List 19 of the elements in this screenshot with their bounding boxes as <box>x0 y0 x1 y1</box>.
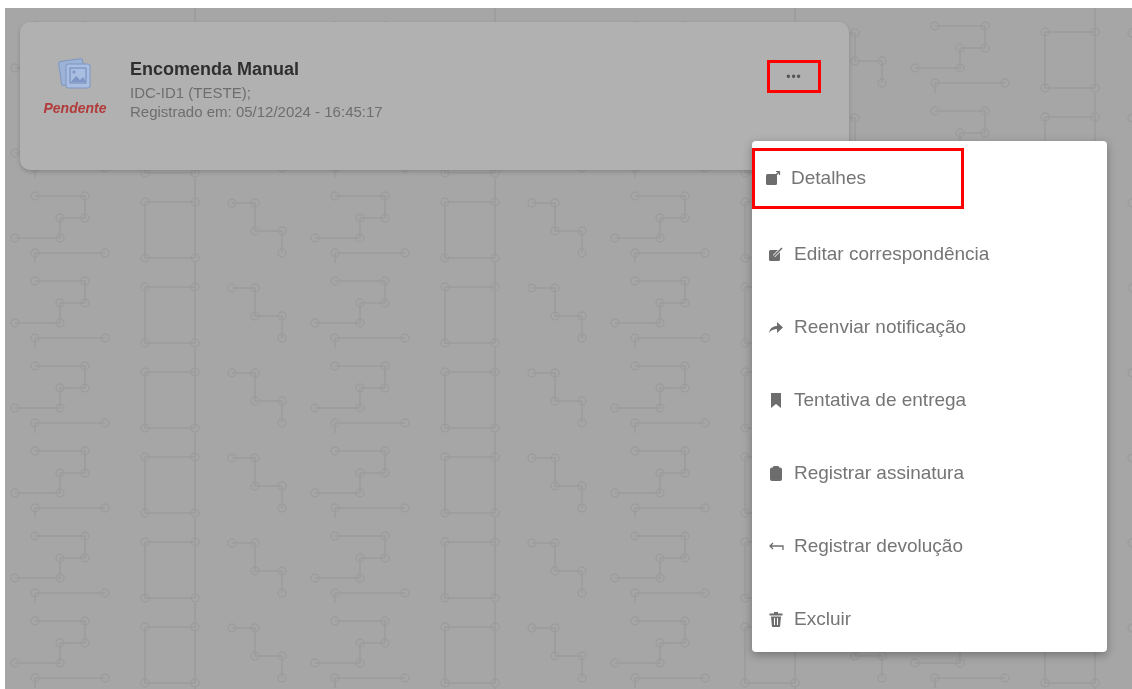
more-options-button[interactable]: ••• <box>767 60 821 93</box>
menu-item[interactable]: Registrar assinatura <box>752 437 965 510</box>
menu-item[interactable]: Detalhes <box>752 148 964 209</box>
menu-item[interactable]: Editar correspondência <box>752 218 990 291</box>
registration-date: Registrado em: 05/12/2024 - 16:45:17 <box>130 102 383 121</box>
menu-item[interactable]: Excluir <box>752 583 851 656</box>
menu-item[interactable]: Tentativa de entrega <box>752 364 967 437</box>
item-title: Encomenda Manual <box>130 58 301 81</box>
edit-icon <box>765 170 781 187</box>
bookmark-icon <box>768 392 784 409</box>
edit-icon <box>768 246 784 263</box>
menu-item[interactable]: Registrar devolução <box>752 510 963 583</box>
menu-item[interactable]: Reenviar notificação <box>752 291 967 364</box>
image-icon <box>58 56 92 90</box>
trash-icon <box>768 611 784 628</box>
share-icon <box>768 319 784 336</box>
status-label: Pendente <box>43 99 107 118</box>
identifier-text: IDC-ID1 (TESTE); <box>130 83 252 102</box>
clipboard-icon <box>768 465 784 482</box>
